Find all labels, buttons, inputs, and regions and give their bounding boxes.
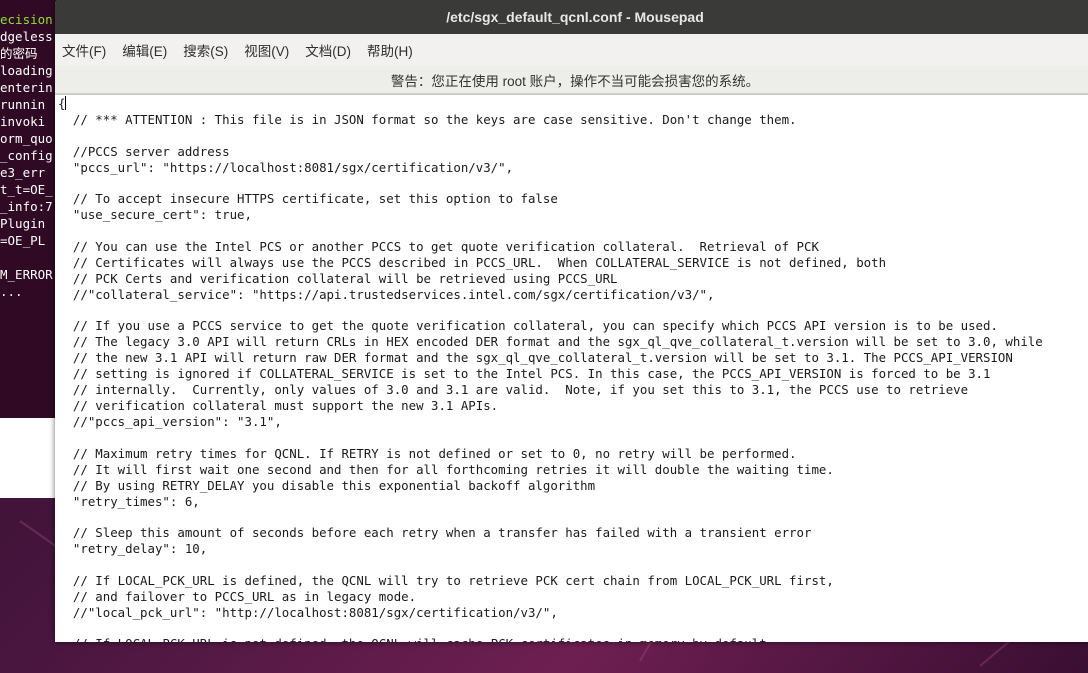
text-cursor [65,96,67,110]
editor-line: // It will first wait one second and the… [58,461,834,477]
background-terminal[interactable]: ecision dgeless 的密码 loading enterin runnin inv… [0,0,60,429]
editor-line: // Maximum retry times for QCNL. If RETR… [58,445,797,461]
editor-line: // You can use the Intel PCS or another … [58,238,819,254]
terminal-line: _config [0,148,53,163]
mousepad-window: /etc/sgx_default_qcnl.conf - Mousepad 文件… [55,0,1088,642]
root-warning-text: 警告：您正在使用 root 账户，操作不当可能会损害您的系统。 [390,73,760,89]
menu-bar: 文件(F) 编辑(E) 搜索(S) 视图(V) 文档(D) 帮助(H) [55,34,1088,66]
menu-view[interactable]: 视图(V) [244,40,289,60]
terminal-line: loading [0,63,53,78]
editor-line: // If LOCAL_PCK_URL is defined, the QCNL… [58,572,834,588]
terminal-line: invoki [0,114,46,129]
editor-line: //"collateral_service": "https://api.tru… [58,286,715,302]
terminal-line: 的密码 [0,46,38,61]
editor-line: "retry_delay": 10, [58,541,208,556]
window-title: /etc/sgx_default_qcnl.conf - Mousepad [446,9,704,25]
terminal-line: runnin [0,97,46,112]
terminal-line: ... [0,284,23,299]
editor-line: // the new 3.1 API will return raw DER f… [58,350,1013,365]
editor-line: // If LOCAL_PCK_URL is not defined, the … [58,636,767,642]
background-window-area [0,418,60,498]
menu-edit[interactable]: 编辑(E) [122,40,167,60]
editor-line: // PCK Certs and verification collateral… [58,270,618,286]
editor-line: // If you use a PCCS service to get the … [58,318,998,333]
terminal-line: enterin [0,80,53,95]
editor-line: "retry_times": 6, [58,493,200,509]
editor-line: // internally. Currently, only values of… [58,382,969,397]
menu-document[interactable]: 文档(D) [305,40,351,60]
terminal-line: dgeless [0,29,53,44]
terminal-line: e3_err [0,165,46,180]
editor-line: //PCCS server address [58,143,230,159]
menu-search[interactable]: 搜索(S) [183,40,228,60]
terminal-line: orm_quo [0,131,53,146]
terminal-line: t_t=OE_ [0,182,53,197]
editor-line-first: { [58,96,67,111]
menu-file[interactable]: 文件(F) [62,40,106,60]
editor-line: // *** ATTENTION : This file is in JSON … [58,112,797,127]
editor-line: "pccs_url": "https://localhost:8081/sgx/… [58,159,514,175]
editor-line: // Certificates will always use the PCCS… [58,254,887,270]
text-editor-area[interactable]: { // *** ATTENTION : This file is in JSO… [55,94,1088,642]
editor-line: // To accept insecure HTTPS certificate,… [58,191,558,206]
editor-line: // and failover to PCCS_URL as in legacy… [58,588,417,604]
terminal-line: M_ERROR [0,267,53,282]
window-titlebar[interactable]: /etc/sgx_default_qcnl.conf - Mousepad [55,0,1088,34]
editor-line: //"local_pck_url": "http://localhost:808… [58,604,558,620]
terminal-line: =OE_PL [0,233,46,248]
editor-line: //"pccs_api_version": "3.1", [58,414,282,429]
editor-line: // setting is ignored if COLLATERAL_SERV… [58,366,991,381]
terminal-line: _info:7 [0,199,53,214]
editor-line: // Sleep this amount of seconds before e… [58,525,812,540]
terminal-line: Plugin [0,216,46,231]
editor-line: // The legacy 3.0 API will return CRLs i… [58,334,1043,349]
root-warning-bar: 警告：您正在使用 root 账户，操作不当可能会损害您的系统。 [55,66,1088,94]
editor-line: // By using RETRY_DELAY you disable this… [58,477,596,493]
editor-line: // verification collateral must support … [58,398,499,413]
editor-line: "use_secure_cert": true, [58,207,252,222]
menu-help[interactable]: 帮助(H) [367,40,413,60]
terminal-line: ecision [0,12,53,27]
